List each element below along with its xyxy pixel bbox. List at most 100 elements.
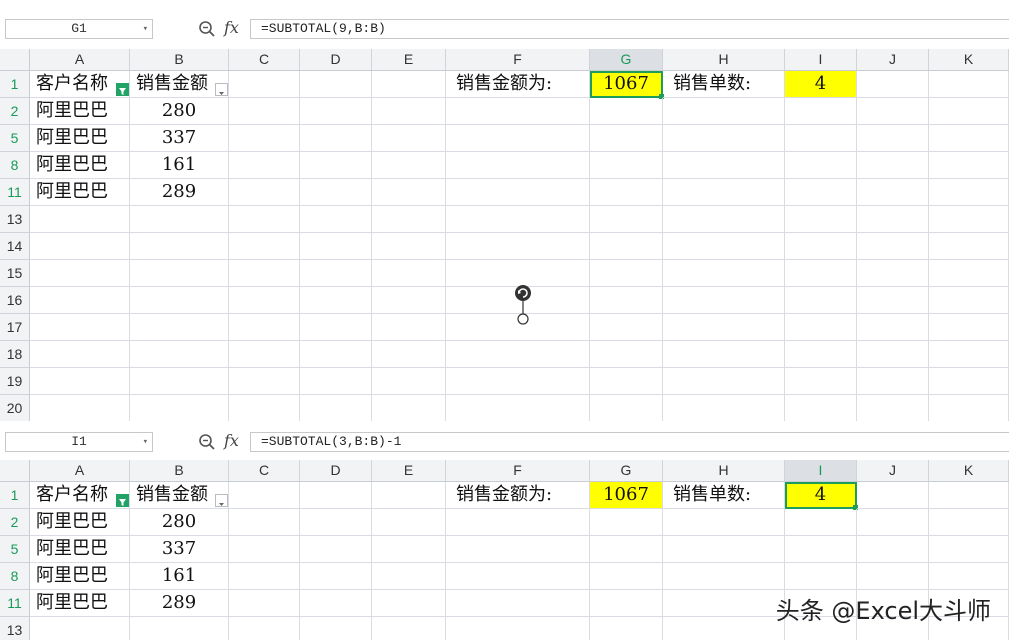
cell-d[interactable] (300, 482, 372, 509)
cell-b[interactable]: 161 (130, 563, 229, 590)
column-header-c[interactable]: C (229, 460, 300, 482)
cell-j[interactable] (857, 206, 929, 233)
fx-icon[interactable]: fx (224, 431, 239, 450)
cell-j[interactable] (857, 536, 929, 563)
cell-e[interactable] (372, 617, 446, 640)
cell-b[interactable] (130, 395, 229, 421)
cell-k[interactable] (929, 125, 1009, 152)
cell-e[interactable] (372, 179, 446, 206)
cell-h1[interactable]: 销售单数: (663, 482, 785, 509)
chevron-down-icon[interactable]: ▾ (143, 433, 148, 451)
cell-a[interactable] (30, 287, 130, 314)
row-header[interactable]: 13 (0, 617, 30, 640)
column-header-d[interactable]: D (300, 460, 372, 482)
cell-g1[interactable]: 1067 (590, 482, 663, 509)
cell-k[interactable] (929, 98, 1009, 125)
cell-b[interactable]: 337 (130, 536, 229, 563)
fx-icon[interactable]: fx (224, 18, 239, 37)
column-header-b[interactable]: B (130, 460, 229, 482)
cell-b[interactable] (130, 368, 229, 395)
cell-e[interactable] (372, 314, 446, 341)
cell-j[interactable] (857, 125, 929, 152)
cell-i[interactable] (785, 563, 857, 590)
cell-f[interactable] (446, 395, 590, 421)
cell-b[interactable]: 289 (130, 179, 229, 206)
cell-d[interactable] (300, 341, 372, 368)
cell-i[interactable] (785, 509, 857, 536)
cell-k[interactable] (929, 179, 1009, 206)
cell-b[interactable]: 161 (130, 152, 229, 179)
cell-k[interactable] (929, 368, 1009, 395)
cell-j[interactable] (857, 509, 929, 536)
cell-e[interactable] (372, 287, 446, 314)
cell-d[interactable] (300, 617, 372, 640)
cell-d[interactable] (300, 536, 372, 563)
cell-g[interactable] (590, 395, 663, 421)
cell-k[interactable] (929, 314, 1009, 341)
cell-e[interactable] (372, 125, 446, 152)
cell-i[interactable] (785, 152, 857, 179)
cell-c[interactable] (229, 368, 300, 395)
cell-e[interactable] (372, 536, 446, 563)
column-header-i[interactable]: I (785, 49, 857, 71)
cell-c[interactable] (229, 482, 300, 509)
cell-e[interactable] (372, 98, 446, 125)
filter-dropdown-icon[interactable] (215, 494, 228, 507)
cell-g[interactable] (590, 617, 663, 640)
cell-e[interactable] (372, 71, 446, 98)
name-box[interactable]: G1 ▾ (5, 19, 153, 39)
cell-c[interactable] (229, 152, 300, 179)
filter-active-icon[interactable] (116, 83, 129, 96)
cell-g[interactable] (590, 260, 663, 287)
cell-a[interactable] (30, 260, 130, 287)
cell-d[interactable] (300, 368, 372, 395)
cell-h[interactable] (663, 179, 785, 206)
cell-e[interactable] (372, 260, 446, 287)
cell-d[interactable] (300, 563, 372, 590)
cell-k[interactable] (929, 341, 1009, 368)
cell-k[interactable] (929, 287, 1009, 314)
cell-j[interactable] (857, 287, 929, 314)
cell-d[interactable] (300, 152, 372, 179)
filter-dropdown-icon[interactable] (215, 83, 228, 96)
cell-j[interactable] (857, 563, 929, 590)
cell-h[interactable] (663, 617, 785, 640)
cell-c[interactable] (229, 536, 300, 563)
cell-f[interactable] (446, 233, 590, 260)
cell-d[interactable] (300, 287, 372, 314)
cell-b[interactable] (130, 341, 229, 368)
cell-f[interactable] (446, 590, 590, 617)
cell-i[interactable] (785, 314, 857, 341)
cell-f[interactable] (446, 98, 590, 125)
column-header-g[interactable]: G (590, 49, 663, 71)
cell-f[interactable] (446, 563, 590, 590)
cell-g[interactable] (590, 287, 663, 314)
cell-e[interactable] (372, 152, 446, 179)
cell-a[interactable]: 阿里巴巴 (30, 563, 130, 590)
cell-e[interactable] (372, 482, 446, 509)
cell-d[interactable] (300, 590, 372, 617)
column-header-b[interactable]: B (130, 49, 229, 71)
filter-active-icon[interactable] (116, 494, 129, 507)
cell-a[interactable] (30, 395, 130, 421)
cell-c[interactable] (229, 287, 300, 314)
cell-e[interactable] (372, 395, 446, 421)
column-header-k[interactable]: K (929, 49, 1009, 71)
rotate-handle-icon[interactable] (512, 284, 536, 328)
cell-h[interactable] (663, 287, 785, 314)
cell-a[interactable] (30, 341, 130, 368)
cell-c[interactable] (229, 206, 300, 233)
cell-b[interactable]: 289 (130, 590, 229, 617)
cell-h[interactable] (663, 260, 785, 287)
cell-k[interactable] (929, 206, 1009, 233)
cell-a[interactable] (30, 233, 130, 260)
cell-g[interactable] (590, 98, 663, 125)
cell-e[interactable] (372, 563, 446, 590)
cell-c[interactable] (229, 395, 300, 421)
cell-c[interactable] (229, 260, 300, 287)
cell-d[interactable] (300, 395, 372, 421)
cell-a[interactable]: 阿里巴巴 (30, 536, 130, 563)
column-header-d[interactable]: D (300, 49, 372, 71)
cell-i[interactable] (785, 179, 857, 206)
cell-i[interactable] (785, 341, 857, 368)
